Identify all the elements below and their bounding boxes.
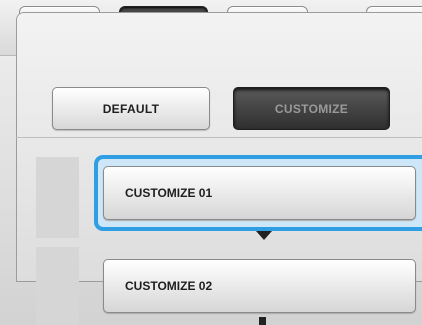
down-arrow-icon (256, 231, 272, 240)
customize-02-preview (36, 247, 79, 325)
customize-01-preview (36, 157, 79, 238)
down-arrow-stem-2 (259, 317, 266, 325)
settings-card (16, 12, 422, 282)
default-button[interactable]: DEFAULT (52, 87, 210, 130)
customize-01-button[interactable]: CUSTOMIZE 01 (103, 166, 416, 220)
customize-02-button[interactable]: CUSTOMIZE 02 (103, 259, 416, 313)
customize-button[interactable]: CUSTOMIZE (233, 87, 390, 130)
panel-divider (16, 137, 422, 138)
